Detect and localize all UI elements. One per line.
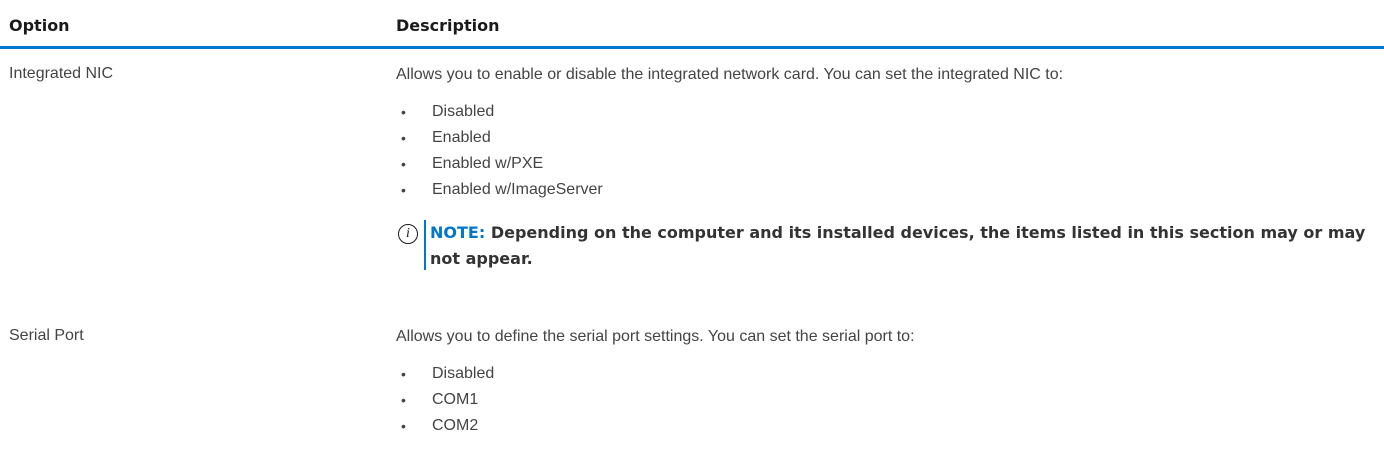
note-divider (424, 220, 426, 270)
list-item-label: COM2 (432, 417, 479, 434)
table-row: Integrated NIC Allows you to enable or d… (0, 49, 1384, 311)
info-circle-icon: i (398, 224, 418, 244)
description-cell: Allows you to define the serial port set… (396, 327, 1376, 439)
options-table: Option Description Integrated NIC Allows… (0, 0, 1384, 463)
bullet-icon: • (401, 366, 406, 382)
header-description: Description (396, 16, 500, 35)
bullet-icon: • (401, 130, 406, 146)
note-body: Depending on the computer and its instal… (430, 223, 1366, 268)
list-item: • Disabled (396, 361, 1376, 387)
list-item-label: Enabled (432, 129, 491, 146)
note-label: NOTE: (430, 223, 486, 242)
bullet-icon: • (401, 156, 406, 172)
option-name-integrated-nic: Integrated NIC (9, 65, 114, 82)
list-item-label: Enabled w/PXE (432, 155, 544, 172)
option-values-list: • Disabled • Enabled • Enabled w/PXE • Enabl… (396, 99, 1376, 203)
bullet-icon: • (401, 182, 406, 198)
note-text: NOTE: Depending on the computer and its … (430, 220, 1384, 272)
bullet-icon: • (401, 104, 406, 120)
table-row: Serial Port Allows you to define the ser… (0, 311, 1384, 463)
list-item: • COM1 (396, 387, 1376, 413)
description-text: Allows you to enable or disable the inte… (396, 66, 1064, 83)
header-option: Option (9, 16, 70, 35)
list-item: • Enabled w/ImageServer (396, 177, 1376, 203)
table-header-row: Option Description (0, 0, 1384, 49)
note-callout: i NOTE: Depending on the computer and it… (396, 220, 1376, 270)
option-name-serial-port: Serial Port (9, 327, 84, 344)
bullet-icon: • (401, 418, 406, 434)
list-item-label: Enabled w/ImageServer (432, 181, 603, 198)
bullet-icon: • (401, 392, 406, 408)
list-item: • Enabled w/PXE (396, 151, 1376, 177)
list-item-label: Disabled (432, 365, 495, 382)
option-values-list: • Disabled • COM1 • COM2 (396, 361, 1376, 439)
description-text: Allows you to define the serial port set… (396, 328, 915, 345)
list-item: • COM2 (396, 413, 1376, 439)
list-item: • Disabled (396, 99, 1376, 125)
list-item-label: COM1 (432, 391, 479, 408)
list-item: • Enabled (396, 125, 1376, 151)
list-item-label: Disabled (432, 103, 495, 120)
description-cell: Allows you to enable or disable the inte… (396, 65, 1376, 270)
